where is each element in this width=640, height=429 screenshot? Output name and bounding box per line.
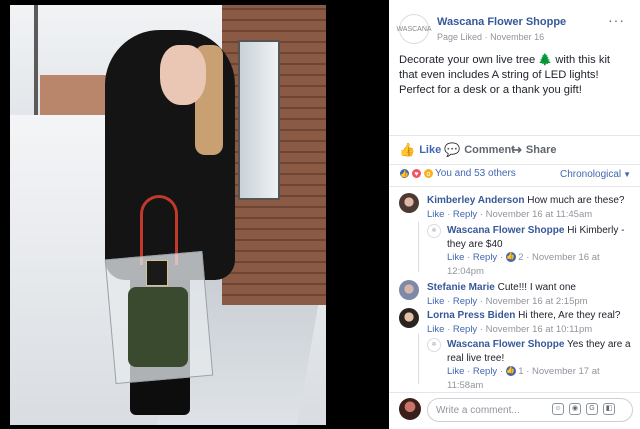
comment-like-link[interactable]: Like	[447, 366, 464, 377]
comment-body: Kimberley Anderson How much are these? L…	[427, 194, 635, 221]
comment-sort-dropdown[interactable]: Chronological ▼	[560, 169, 631, 180]
commenter-name[interactable]: Lorna Press Biden	[427, 310, 515, 321]
comment-label: Comment	[464, 144, 515, 156]
composer-icons: ☺ ◉ G ◧	[552, 403, 615, 415]
gif-icon[interactable]: G	[586, 403, 598, 415]
page-reply-avatar[interactable]: ❄	[427, 224, 441, 238]
reply-thread-line	[418, 222, 419, 272]
comment-meta: Like · Reply · November 16 at 11:45am	[427, 208, 593, 220]
comment-body: Wascana Flower Shoppe Yes they are a rea…	[447, 338, 633, 392]
camera-icon[interactable]: ◉	[569, 403, 581, 415]
like-reaction-icon: 👍	[399, 168, 410, 179]
wow-reaction-icon: o	[423, 168, 434, 179]
more-options-icon[interactable]: ···	[608, 12, 625, 28]
like-label: Like	[419, 144, 442, 156]
post-photo[interactable]	[10, 5, 326, 425]
reaction-count: You and 53 others	[435, 168, 516, 179]
comment-reply-link[interactable]: Reply	[473, 366, 497, 377]
commenter-avatar[interactable]	[399, 308, 419, 328]
comment-time-line2[interactable]: 11:58am	[447, 380, 483, 391]
comment-like-link[interactable]: Like	[427, 209, 444, 220]
comment-time-line2[interactable]: 12:04pm	[447, 266, 484, 277]
post-action-bar: 👍 Like 💬 Comment ↪ Share	[389, 135, 640, 165]
comment-time[interactable]: November 16 at 2:15pm	[486, 296, 588, 307]
comment-time-line1[interactable]: November 16 at	[532, 252, 600, 263]
post-header: WASCANA Wascana Flower Shoppe Page Liked…	[389, 0, 640, 50]
comment-button[interactable]: 💬 Comment	[444, 142, 515, 158]
divider	[389, 186, 640, 187]
comment-reply: ❄ Wascana Flower Shoppe Hi Kimberly - th…	[427, 224, 632, 277]
post-text: Decorate your own live tree 🌲 with this …	[399, 54, 611, 96]
comment-reply-link[interactable]: Reply	[453, 209, 477, 220]
page-reply-avatar[interactable]: ❄	[427, 338, 441, 352]
comment-like-link[interactable]: Like	[427, 324, 444, 335]
post-meta: Page Liked · November 16	[437, 32, 544, 42]
chevron-down-icon: ▼	[623, 170, 632, 179]
share-button[interactable]: ↪ Share	[511, 142, 556, 158]
photo-bag-tag	[146, 260, 168, 286]
comment-time[interactable]: November 16 at 10:11pm	[486, 324, 593, 335]
reaction-summary[interactable]: 👍 ♥ o You and 53 others	[399, 168, 516, 179]
emoji-icon[interactable]: ☺	[552, 403, 564, 415]
sticker-icon[interactable]: ◧	[603, 403, 615, 415]
comment-reaction-count[interactable]: 2	[518, 252, 523, 263]
comment-meta: Like · Reply · 👍 1 · November 17 at 11:5…	[447, 366, 600, 391]
comment-composer: ☺ ◉ G ◧	[389, 392, 640, 429]
comment: Stefanie Marie Cute!!! I want one Like ·…	[399, 280, 635, 308]
thumbs-up-icon: 👍	[399, 142, 416, 157]
comment-text: Hi there, Are they real?	[518, 310, 621, 321]
like-button[interactable]: 👍 Like	[399, 142, 441, 158]
comment-reply-link[interactable]: Reply	[473, 252, 497, 263]
comment-time-line1[interactable]: November 17 at	[532, 366, 600, 377]
comment-reply: ❄ Wascana Flower Shoppe Yes they are a r…	[427, 338, 632, 391]
comment-meta: Like · Reply · November 16 at 10:11pm	[427, 323, 593, 335]
comment: Lorna Press Biden Hi there, Are they rea…	[399, 308, 635, 336]
comment: Kimberley Anderson How much are these? L…	[399, 193, 634, 223]
commenter-name[interactable]: Wascana Flower Shoppe	[447, 225, 564, 236]
comment-body: Wascana Flower Shoppe Hi Kimberly - they…	[447, 224, 633, 278]
comment-body: Lorna Press Biden Hi there, Are they rea…	[427, 309, 635, 336]
share-label: Share	[525, 144, 557, 156]
page-liked-status[interactable]: Page Liked	[437, 32, 482, 42]
love-reaction-icon: ♥	[411, 168, 422, 179]
commenter-name[interactable]: Wascana Flower Shoppe	[447, 339, 564, 350]
comment-body: Stefanie Marie Cute!!! I want one Like ·…	[427, 281, 635, 308]
comment-text-line1: Hi Kimberly -	[567, 225, 625, 236]
comment-reply-link[interactable]: Reply	[453, 296, 477, 307]
photo-person-face	[160, 45, 206, 105]
comment-reply-link[interactable]: Reply	[453, 324, 477, 335]
page-name[interactable]: Wascana Flower Shoppe	[437, 16, 566, 28]
comment-text: Cute!!! I want one	[497, 282, 576, 293]
commenter-name[interactable]: Stefanie Marie	[427, 282, 495, 293]
reply-thread-line	[418, 334, 419, 384]
sort-label: Chronological	[560, 169, 622, 180]
commenter-avatar[interactable]	[399, 280, 419, 300]
photo-tree-kit	[128, 287, 188, 367]
commenter-avatar[interactable]	[399, 193, 419, 213]
current-user-avatar[interactable]	[399, 398, 421, 420]
comment-text-line2: they are $40	[447, 238, 503, 250]
like-reaction-icon: 👍	[505, 252, 516, 263]
comment-time[interactable]: November 16 at 11:45am	[486, 209, 593, 220]
post-panel: WASCANA Wascana Flower Shoppe Page Liked…	[389, 0, 640, 429]
speech-bubble-icon: 💬	[444, 142, 461, 157]
post-date[interactable]: November 16	[490, 32, 544, 42]
comment-text: How much are these?	[527, 195, 625, 206]
comment-like-link[interactable]: Like	[447, 252, 464, 263]
comment-meta: Like · Reply · 👍 2 · November 16 at 12:0…	[447, 252, 600, 277]
comment-meta: Like · Reply · November 16 at 2:15pm	[427, 295, 588, 307]
comment-reaction-count[interactable]: 1	[518, 366, 523, 377]
share-arrow-icon: ↪	[511, 142, 522, 157]
commenter-name[interactable]: Kimberley Anderson	[427, 195, 524, 206]
like-reaction-icon: 👍	[505, 366, 516, 377]
comment-text-line1: Yes they are a	[567, 339, 631, 350]
comment-text-line2: real live tree!	[447, 352, 505, 364]
comment-like-link[interactable]: Like	[427, 296, 444, 307]
page-avatar[interactable]: WASCANA	[396, 14, 432, 44]
photo-window	[238, 40, 280, 200]
